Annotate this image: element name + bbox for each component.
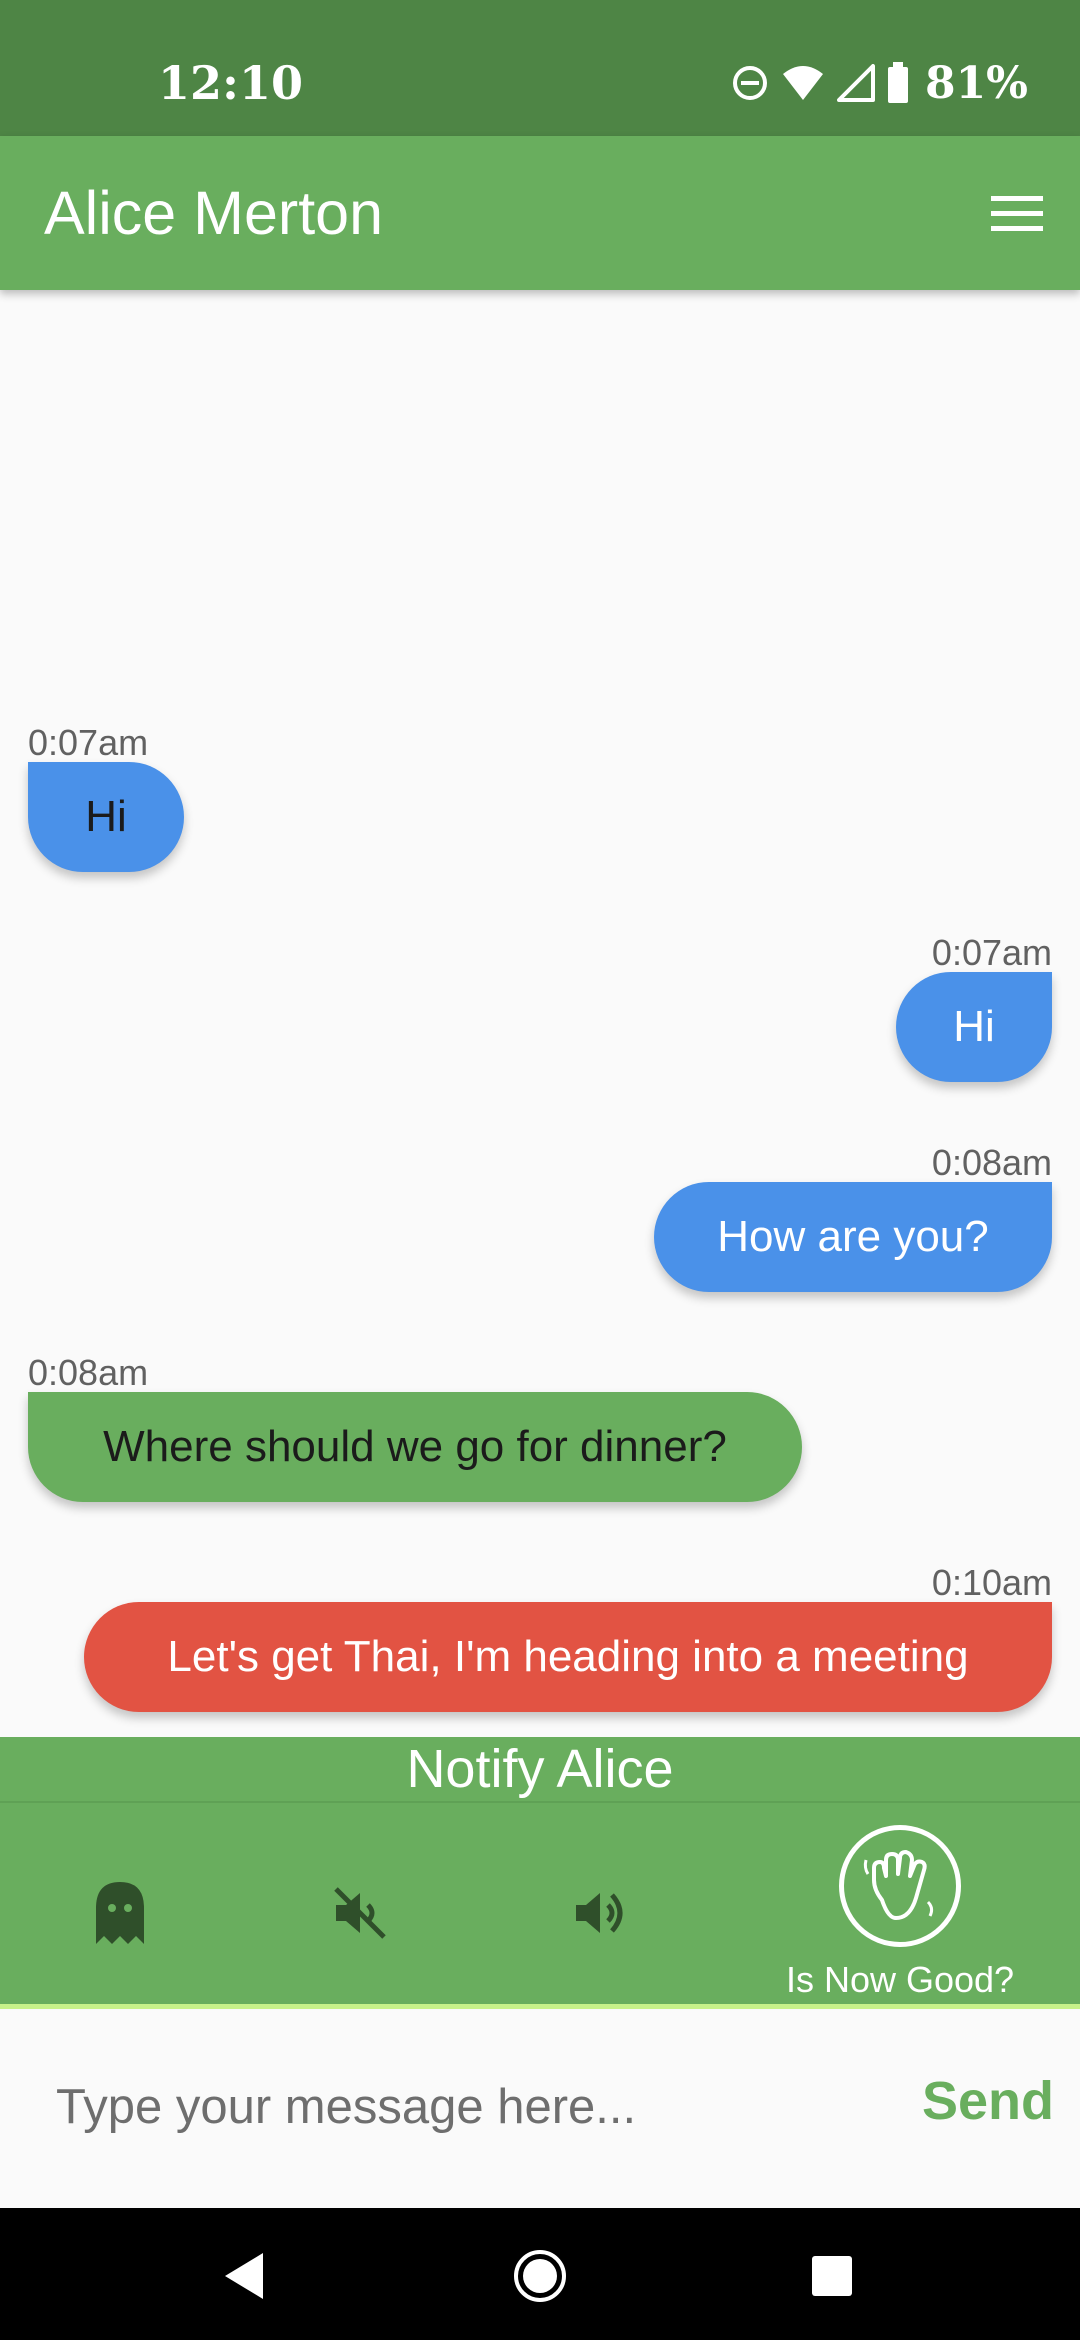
message-timestamp: 0:07am xyxy=(28,722,149,763)
message-timestamp: 0:07am xyxy=(931,932,1052,973)
recents-icon xyxy=(812,2256,852,2296)
ghost-button[interactable] xyxy=(80,1873,160,1953)
message-timestamp: 0:10am xyxy=(931,1562,1052,1603)
message-bubble[interactable]: Hi xyxy=(896,972,1052,1082)
message-input-bar: Send xyxy=(0,2014,1080,2208)
volume-button[interactable] xyxy=(560,1873,640,1953)
app-bar: Alice Merton xyxy=(0,136,1080,290)
message-item: 0:10am Let's get Thai, I'm heading into … xyxy=(52,1562,1052,1722)
wifi-icon xyxy=(781,64,825,102)
is-now-good-button[interactable]: Is Now Good? xyxy=(760,1825,1040,2005)
message-bubble[interactable]: Let's get Thai, I'm heading into a meeti… xyxy=(84,1602,1052,1712)
back-icon xyxy=(225,2253,263,2299)
conversation-title: Alice Merton xyxy=(44,179,384,247)
waving-hand-icon xyxy=(863,1850,934,1920)
message-item: 0:08am How are you? xyxy=(452,1142,1052,1302)
home-icon xyxy=(514,2250,566,2302)
status-bar: 12:10 81% xyxy=(0,0,1080,136)
message-bubble[interactable]: Hi xyxy=(28,762,184,872)
do-not-disturb-icon xyxy=(731,64,769,102)
notify-header: Notify Alice xyxy=(0,1737,1080,1803)
battery-percent: 81% xyxy=(924,57,1028,109)
menu-button[interactable] xyxy=(986,183,1048,245)
message-input[interactable] xyxy=(32,2052,882,2162)
battery-icon xyxy=(887,62,909,104)
mute-button[interactable] xyxy=(320,1873,400,1953)
volume-off-icon xyxy=(334,1887,386,1939)
navigation-bar xyxy=(0,2208,1080,2340)
send-button[interactable]: Send xyxy=(922,2070,1054,2132)
hamburger-menu-icon xyxy=(991,196,1043,231)
back-button[interactable] xyxy=(212,2244,276,2308)
message-bubble[interactable]: How are you? xyxy=(654,1182,1052,1292)
message-list[interactable]: 0:07am Hi 0:07am Hi 0:08am How are you? … xyxy=(0,290,1080,1737)
cell-signal-icon xyxy=(836,64,875,102)
is-now-good-label: Is Now Good? xyxy=(785,1959,1015,2000)
home-button[interactable] xyxy=(508,2244,572,2308)
status-icons: 81% xyxy=(731,57,1028,109)
notify-actions-bar: Is Now Good? xyxy=(0,1803,1080,2009)
message-timestamp: 0:08am xyxy=(28,1352,149,1393)
ghost-icon xyxy=(96,1882,144,1944)
message-item: 0:08am Where should we go for dinner? xyxy=(28,1352,928,1512)
message-item: 0:07am Hi xyxy=(28,722,628,882)
volume-up-icon xyxy=(576,1893,623,1933)
status-time: 12:10 xyxy=(158,56,304,110)
message-item: 0:07am Hi xyxy=(452,932,1052,1092)
message-timestamp: 0:08am xyxy=(931,1142,1052,1183)
recents-button[interactable] xyxy=(800,2244,864,2308)
is-now-good-circle xyxy=(839,1825,961,1947)
message-bubble[interactable]: Where should we go for dinner? xyxy=(28,1392,802,1502)
